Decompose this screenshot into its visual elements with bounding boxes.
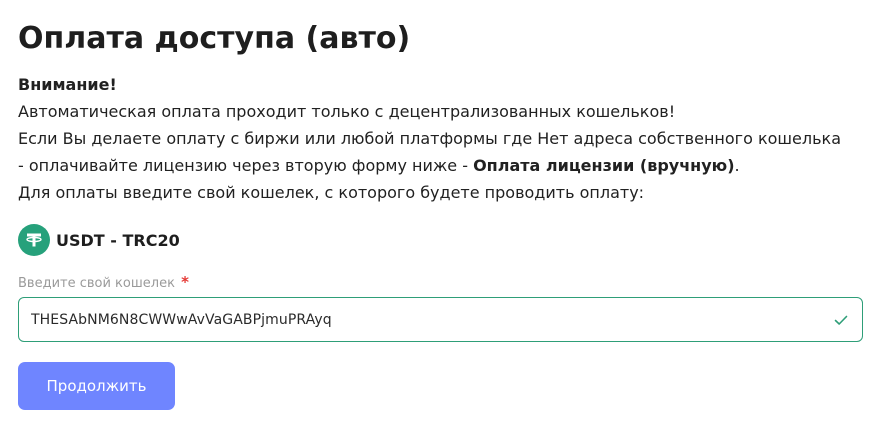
continue-button[interactable]: Продолжить <box>18 362 175 410</box>
wallet-input-container <box>18 297 863 342</box>
manual-payment-reference: Оплата лицензии (вручную) <box>473 156 735 175</box>
currency-selector: USDT - TRC20 <box>18 224 180 256</box>
tether-icon <box>18 224 50 256</box>
page-title: Оплата доступа (авто) <box>18 21 411 56</box>
notice-line-1: Автоматическая оплата проходит только с … <box>18 102 676 121</box>
currency-label: USDT - TRC20 <box>56 230 180 250</box>
wallet-input[interactable] <box>19 298 832 341</box>
notice-line-2: Если Вы делаете оплату с биржи или любой… <box>18 129 842 148</box>
check-icon <box>832 311 850 329</box>
required-marker: * <box>181 273 189 291</box>
notice-line-3: - оплачивайте лицензию через вторую форм… <box>18 156 740 175</box>
notice-line-4: Для оплаты введите свой кошелек, с котор… <box>18 183 645 202</box>
notice-heading: Внимание! <box>18 75 117 94</box>
wallet-field-label: Введите свой кошелек * <box>18 273 189 291</box>
payment-notice: Внимание! Автоматическая оплата проходит… <box>18 71 873 206</box>
